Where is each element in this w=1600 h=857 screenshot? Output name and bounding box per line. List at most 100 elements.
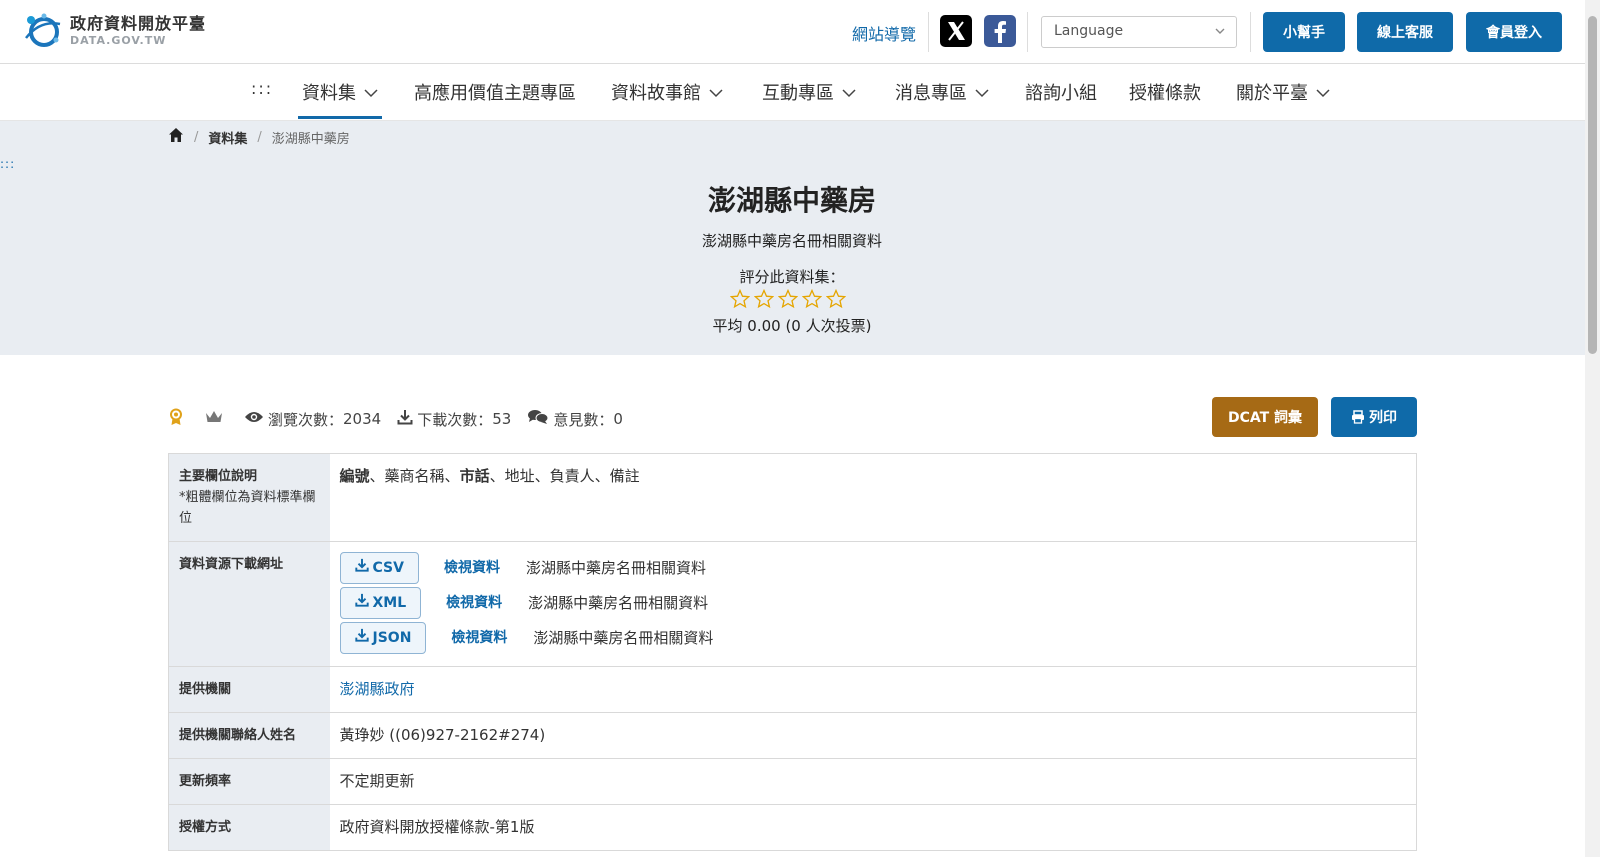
logo-subtitle: DATA.GOV.TW bbox=[70, 34, 167, 47]
breadcrumb: / 資料集 / 澎湖縣中藥房 bbox=[168, 127, 350, 147]
rating-average: 平均 0.00 (0 人次投票) bbox=[712, 317, 872, 335]
star-icon[interactable] bbox=[825, 288, 847, 309]
rating-label: 評分此資料集： bbox=[739, 268, 845, 286]
scrollbar-thumb[interactable] bbox=[1588, 16, 1597, 354]
view-data-link[interactable]: 檢視資料 bbox=[444, 558, 500, 579]
resource-description: 澎湖縣中藥房名冊相關資料 bbox=[525, 558, 706, 577]
download-icon bbox=[354, 558, 369, 579]
resource-row: CSV 檢視資料 澎湖縣中藥房名冊相關資料 bbox=[339, 552, 1407, 584]
license-label: 授權方式 bbox=[168, 804, 330, 851]
content-access-key[interactable]: ::: bbox=[0, 157, 15, 171]
resource-description: 澎湖縣中藥房名冊相關資料 bbox=[528, 593, 709, 612]
logo-title: 政府資料開放平臺 bbox=[70, 14, 207, 33]
resource-description: 澎湖縣中藥房名冊相關資料 bbox=[533, 628, 714, 647]
star-icon[interactable] bbox=[753, 288, 775, 309]
agency-label: 提供機關 bbox=[168, 666, 330, 713]
frequency-label: 更新頻率 bbox=[168, 758, 330, 805]
member-login-button[interactable]: 會員登入 bbox=[1466, 12, 1562, 52]
field-separator: 、 bbox=[489, 467, 505, 485]
table-row: 主要欄位說明 *粗體欄位為資料標準欄位 編號、藥商名稱、市話、地址、負責人、備註 bbox=[168, 453, 1417, 542]
field-name: 藥商名稱 bbox=[384, 467, 445, 485]
chevron-down-icon bbox=[975, 82, 989, 103]
top-header: 政府資料開放平臺 DATA.GOV.TW 網站導覽 Language 小幫手 線… bbox=[0, 0, 1600, 64]
divider bbox=[1027, 12, 1028, 52]
comments-label: 意見數： bbox=[553, 410, 614, 429]
nav-item-label: 高應用價值主題專區 bbox=[414, 83, 576, 104]
nav-access-key[interactable]: ::: bbox=[251, 79, 273, 98]
chevron-down-icon bbox=[1214, 25, 1226, 41]
site-logo[interactable]: 政府資料開放平臺 DATA.GOV.TW bbox=[22, 10, 206, 52]
star-icon[interactable] bbox=[729, 288, 751, 309]
nav-item-label: 資料集 bbox=[302, 83, 356, 104]
contact-value: 黃琤妙 ((06)927-2162#274) bbox=[329, 712, 1417, 759]
table-row: 資料資源下載網址 CSV 檢視資料 澎湖縣中藥房名冊相關資料 XML 檢視資料 … bbox=[168, 541, 1417, 667]
nav-item-news[interactable]: 消息專區 bbox=[895, 79, 989, 105]
online-support-button[interactable]: 線上客服 bbox=[1357, 12, 1453, 52]
helper-button[interactable]: 小幫手 bbox=[1263, 12, 1345, 52]
table-row: 更新頻率 不定期更新 bbox=[168, 758, 1417, 805]
chevron-down-icon bbox=[842, 82, 856, 103]
star-icon[interactable] bbox=[801, 288, 823, 309]
nav-item-about[interactable]: 關於平臺 bbox=[1236, 79, 1330, 105]
nav-item-high-value[interactable]: 高應用價值主題專區 bbox=[414, 79, 576, 105]
format-label: JSON bbox=[372, 629, 412, 646]
breadcrumb-datasets[interactable]: 資料集 bbox=[208, 128, 247, 147]
license-value: 政府資料開放授權條款-第1版 bbox=[329, 804, 1417, 851]
resources-label: 資料資源下載網址 bbox=[168, 541, 330, 667]
field-name: 地址 bbox=[504, 467, 535, 485]
comments-icon bbox=[527, 409, 549, 429]
nav-item-label: 關於平臺 bbox=[1236, 83, 1308, 104]
json-download-button[interactable]: JSON bbox=[339, 622, 427, 654]
crown-icon bbox=[204, 409, 224, 429]
star-icon[interactable] bbox=[777, 288, 799, 309]
fields-value: 編號、藥商名稱、市話、地址、負責人、備註 bbox=[329, 453, 1417, 542]
nav-item-label: 互動專區 bbox=[762, 83, 834, 104]
language-select-value: Language bbox=[1054, 23, 1124, 39]
printer-icon bbox=[1351, 410, 1365, 424]
contact-label: 提供機關聯絡人姓名 bbox=[168, 712, 330, 759]
field-name: 編號 bbox=[339, 467, 370, 485]
nav-item-datasets[interactable]: 資料集 bbox=[298, 79, 382, 119]
field-separator: 、 bbox=[444, 467, 460, 485]
nav-item-advisory[interactable]: 諮詢小組 bbox=[1025, 79, 1097, 105]
download-icon bbox=[354, 593, 369, 614]
field-name: 備註 bbox=[609, 467, 640, 485]
language-select[interactable]: Language bbox=[1041, 16, 1237, 48]
table-row: 提供機關聯絡人姓名 黃琤妙 ((06)927-2162#274) bbox=[168, 712, 1417, 759]
dataset-hero: / 資料集 / 澎湖縣中藥房 ::: 澎湖縣中藥房 澎湖縣中藥房名冊相關資料 評… bbox=[0, 121, 1600, 355]
xml-download-button[interactable]: XML bbox=[339, 587, 422, 619]
nav-item-interactive[interactable]: 互動專區 bbox=[762, 79, 856, 105]
nav-item-stories[interactable]: 資料故事館 bbox=[611, 79, 723, 105]
resource-row: JSON 檢視資料 澎湖縣中藥房名冊相關資料 bbox=[339, 622, 1407, 654]
csv-download-button[interactable]: CSV bbox=[339, 552, 419, 584]
fields-label: 主要欄位說明 bbox=[179, 469, 258, 484]
resource-row: XML 檢視資料 澎湖縣中藥房名冊相關資料 bbox=[339, 587, 1407, 619]
site-map-link[interactable]: 網站導覽 bbox=[852, 21, 916, 45]
home-icon[interactable] bbox=[168, 127, 184, 147]
format-label: XML bbox=[372, 594, 407, 611]
frequency-value: 不定期更新 bbox=[329, 758, 1417, 805]
x-twitter-icon[interactable] bbox=[940, 15, 972, 47]
field-name: 市話 bbox=[459, 467, 490, 485]
divider bbox=[928, 12, 929, 52]
page-title: 澎湖縣中藥房 bbox=[707, 184, 876, 217]
table-row: 提供機關 澎湖縣政府 bbox=[168, 666, 1417, 713]
fields-note: *粗體欄位為資料標準欄位 bbox=[179, 490, 316, 526]
table-row: 授權方式 政府資料開放授權條款-第1版 bbox=[168, 804, 1417, 851]
view-data-link[interactable]: 檢視資料 bbox=[446, 593, 502, 614]
print-button[interactable]: 列印 bbox=[1331, 397, 1417, 437]
divider bbox=[1250, 12, 1251, 52]
nav-item-license[interactable]: 授權條款 bbox=[1129, 79, 1201, 105]
facebook-icon[interactable] bbox=[984, 15, 1016, 47]
award-badge-icon bbox=[168, 408, 184, 430]
view-data-link[interactable]: 檢視資料 bbox=[451, 628, 507, 649]
logo-icon bbox=[22, 10, 64, 52]
dataset-info-table: 主要欄位說明 *粗體欄位為資料標準欄位 編號、藥商名稱、市話、地址、負責人、備註… bbox=[168, 453, 1417, 851]
dataset-stats: 瀏覽次數： 2034 下載次數： 53 意見數： 0 bbox=[168, 408, 639, 430]
dcat-vocabulary-button[interactable]: DCAT 詞彙 bbox=[1212, 397, 1318, 437]
nav-item-label: 諮詢小組 bbox=[1025, 83, 1097, 104]
rating-stars bbox=[729, 288, 850, 309]
agency-link[interactable]: 澎湖縣政府 bbox=[340, 680, 415, 698]
chevron-down-icon bbox=[709, 82, 723, 103]
field-separator: 、 bbox=[369, 467, 385, 485]
